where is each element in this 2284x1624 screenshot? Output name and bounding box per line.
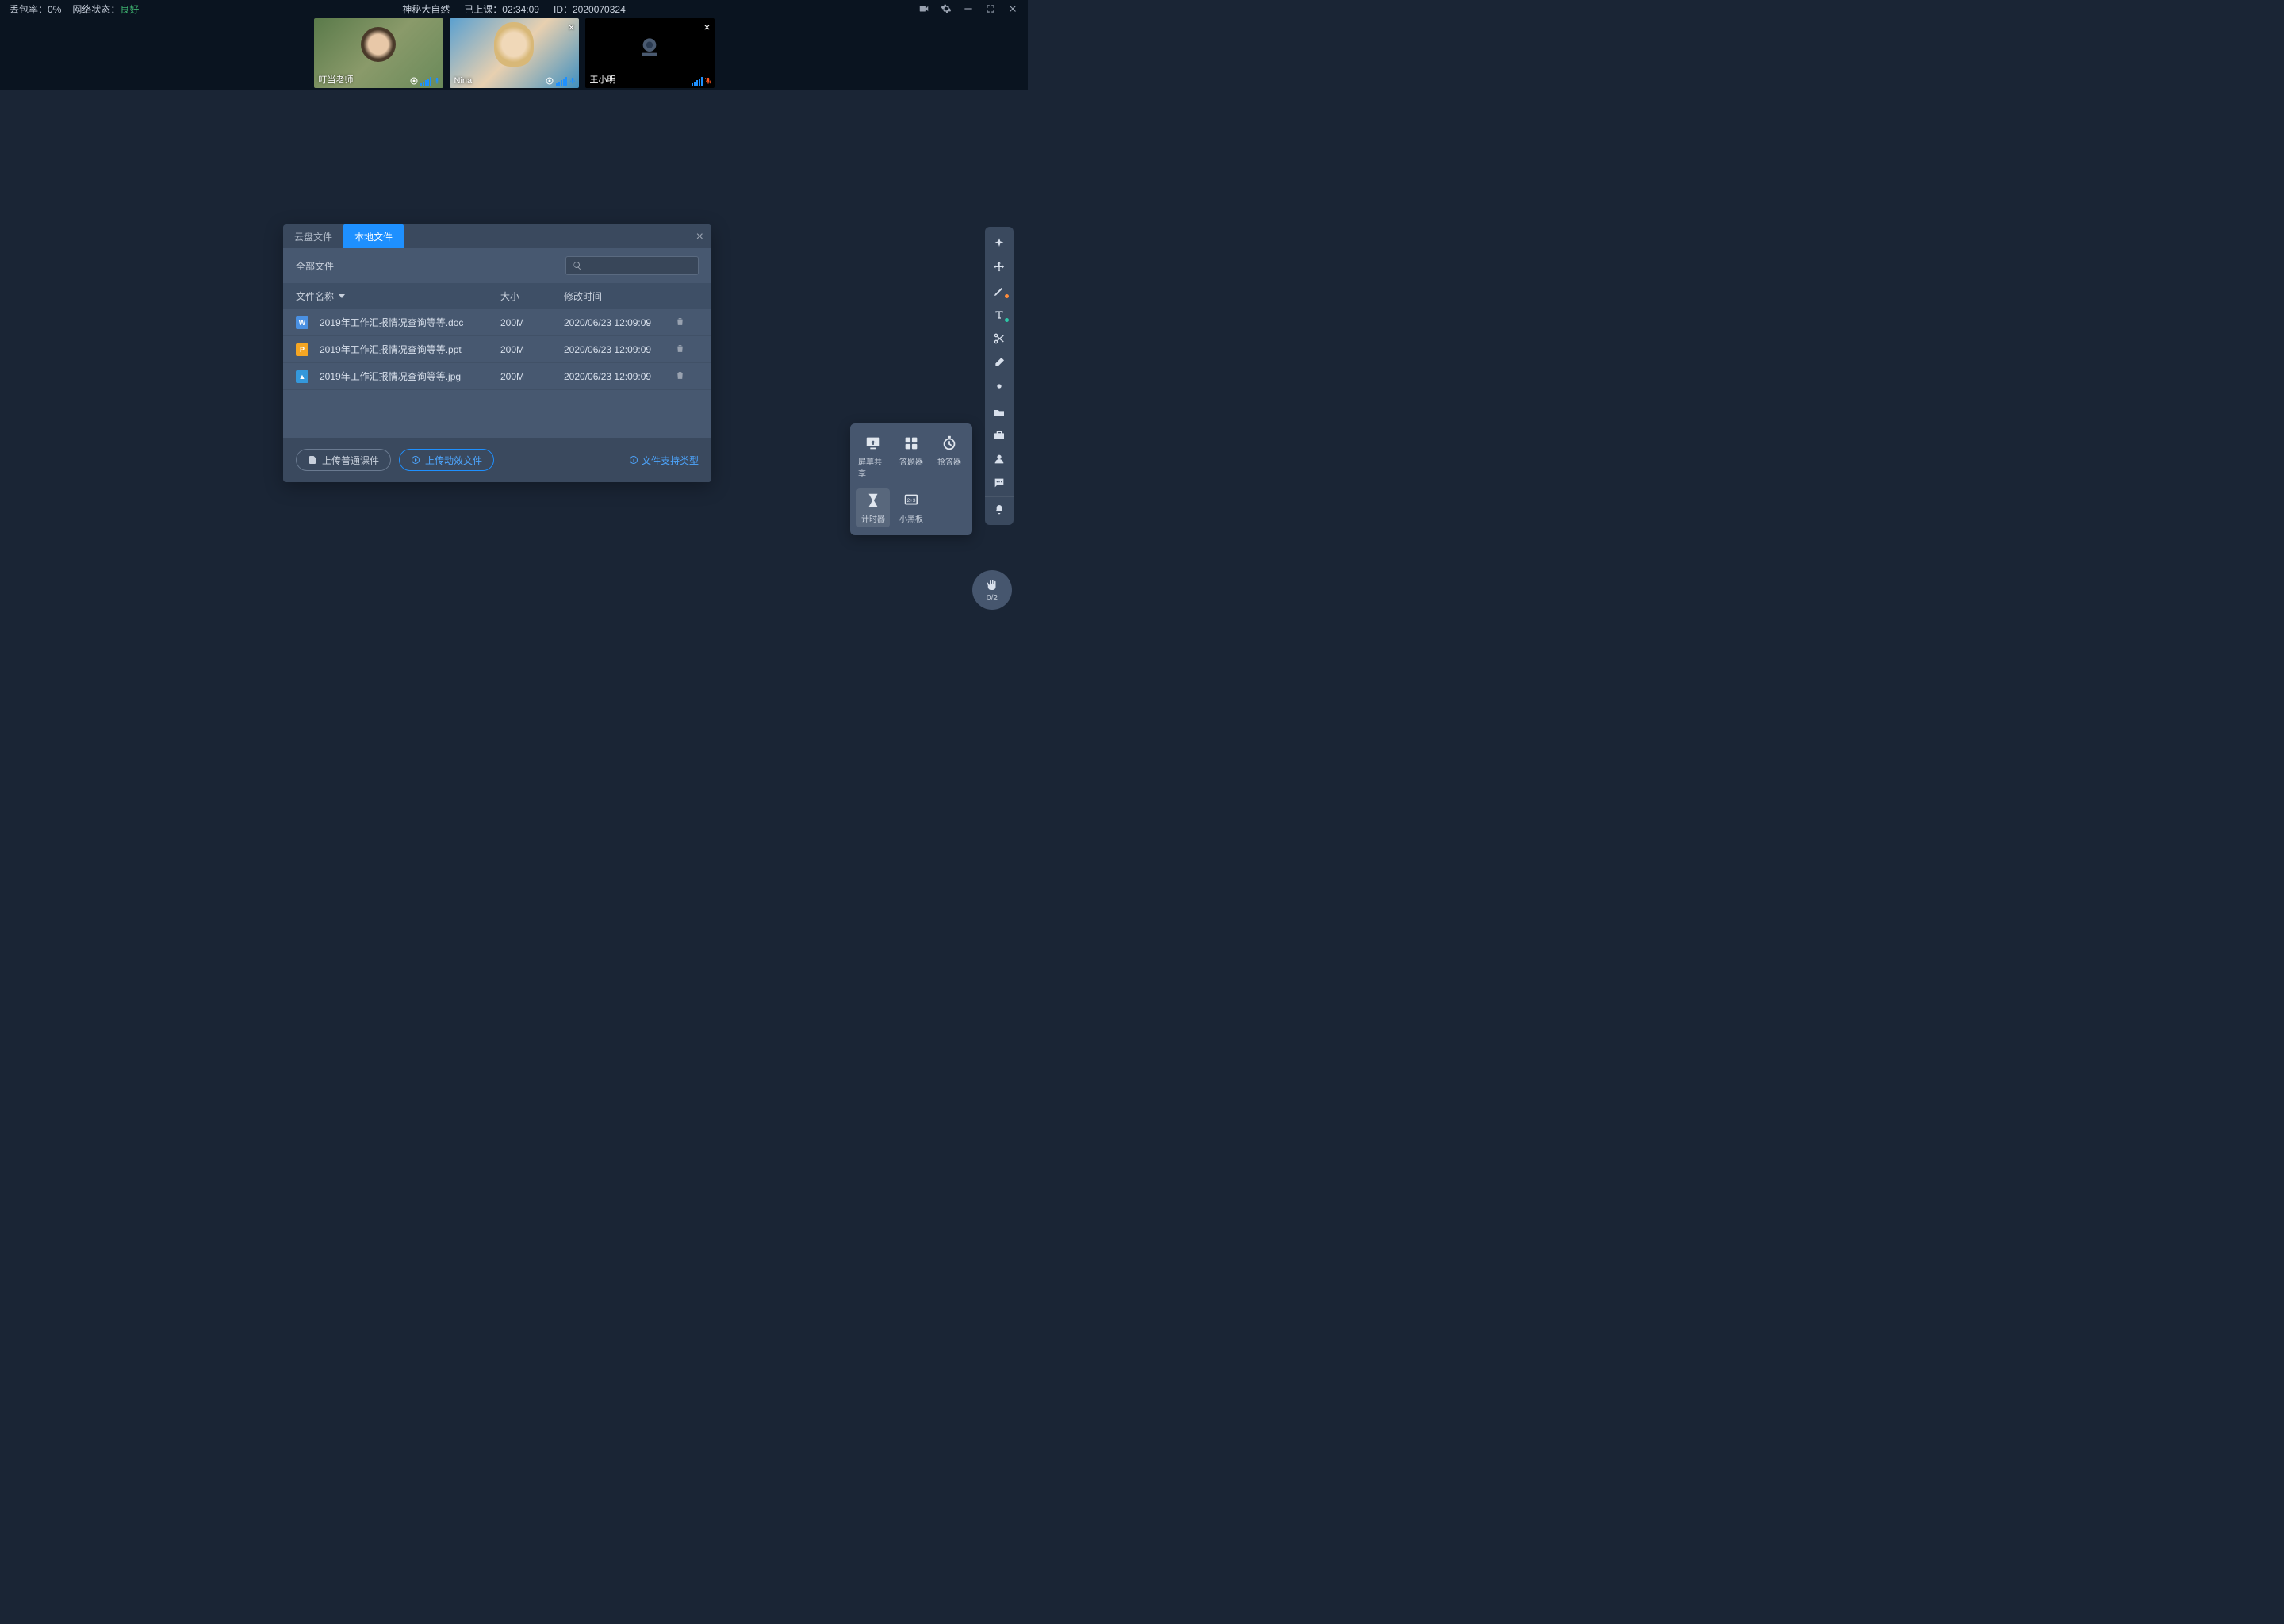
- right-toolbar: [985, 227, 1014, 525]
- modal-footer: 上传普通课件 上传动效文件 文件支持类型: [283, 438, 711, 482]
- file-size: 200M: [500, 371, 564, 382]
- chat-tool[interactable]: [985, 471, 1014, 495]
- file-modal: 云盘文件 本地文件 × 全部文件 文件名称 大小 修改时间 W 2019年工作汇报…: [283, 224, 711, 482]
- pointer-tool[interactable]: [985, 232, 1014, 255]
- toolbox-tool[interactable]: [985, 423, 1014, 447]
- file-row[interactable]: ▲ 2019年工作汇报情况查询等等.jpg 200M2020/06/23 12:09…: [283, 363, 711, 390]
- hand-icon: [985, 578, 999, 592]
- delete-icon[interactable]: [675, 316, 685, 327]
- tools-popover: 屏幕共享 答题器 抢答器 计时器 2+3 小黑板: [850, 423, 972, 535]
- eraser-tool[interactable]: [985, 350, 1014, 374]
- class-id: ID：2020070324: [554, 2, 626, 16]
- scissors-tool[interactable]: [985, 327, 1014, 350]
- topbar-center: 神秘大自然 已上课：02:34:09 ID：2020070324: [402, 2, 626, 16]
- delete-icon[interactable]: [675, 370, 685, 381]
- upload-normal-button[interactable]: 上传普通课件: [296, 449, 391, 471]
- grab-answer-button[interactable]: 抢答器: [933, 431, 966, 482]
- hand-raise-button[interactable]: 0/2: [972, 570, 1012, 610]
- file-time: 2020/06/23 12:09:09: [564, 317, 675, 328]
- pen-tool[interactable]: [985, 279, 1014, 303]
- header-modified[interactable]: 修改时间: [564, 289, 675, 303]
- tab-cloud-files[interactable]: 云盘文件: [283, 224, 343, 248]
- camera-toggle-icon[interactable]: [918, 3, 929, 14]
- participant-name: 叮当老师: [319, 73, 354, 86]
- close-icon[interactable]: ×: [696, 230, 703, 244]
- screen-share-button[interactable]: 屏幕共享: [856, 431, 890, 482]
- elapsed-time: 已上课：02:34:09: [464, 2, 539, 16]
- close-icon[interactable]: ×: [703, 21, 710, 33]
- move-tool[interactable]: [985, 255, 1014, 279]
- packet-loss: 丢包率：0%: [10, 2, 61, 16]
- class-title: 神秘大自然: [402, 2, 450, 16]
- topbar-left: 丢包率：0% 网络状态：良好: [10, 2, 139, 16]
- mini-whiteboard-button[interactable]: 2+3 小黑板: [895, 488, 928, 527]
- top-bar: 丢包率：0% 网络状态：良好 神秘大自然 已上课：02:34:09 ID：202…: [0, 0, 1028, 17]
- minimize-icon[interactable]: [963, 3, 974, 14]
- network-status: 网络状态：良好: [72, 2, 139, 16]
- svg-text:2+3: 2+3: [907, 498, 916, 504]
- filter-all-label[interactable]: 全部文件: [296, 259, 556, 273]
- upload-animated-button[interactable]: 上传动效文件: [399, 449, 494, 471]
- mic-icon: [569, 76, 577, 86]
- timer-button[interactable]: 计时器: [856, 488, 890, 527]
- search-input[interactable]: [565, 256, 699, 275]
- play-circle-icon: [411, 455, 420, 465]
- file-row[interactable]: P 2019年工作汇报情况查询等等.ppt 200M2020/06/23 12:09…: [283, 336, 711, 363]
- file-type-icon: W: [296, 316, 308, 329]
- modal-tabs: 云盘文件 本地文件 ×: [283, 224, 711, 248]
- tab-local-files[interactable]: 本地文件: [343, 224, 404, 248]
- file-name: 2019年工作汇报情况查询等等.doc: [320, 316, 463, 329]
- camera-off-icon: [634, 32, 665, 63]
- file-row[interactable]: W 2019年工作汇报情况查询等等.doc 200M2020/06/23 12:09…: [283, 309, 711, 336]
- header-size[interactable]: 大小: [500, 289, 564, 303]
- header-filename[interactable]: 文件名称: [296, 289, 500, 303]
- bell-tool[interactable]: [985, 496, 1014, 520]
- file-time: 2020/06/23 12:09:09: [564, 344, 675, 355]
- close-icon[interactable]: [1007, 3, 1018, 14]
- folder-tool[interactable]: [985, 400, 1014, 423]
- file-name: 2019年工作汇报情况查询等等.jpg: [320, 370, 461, 383]
- supported-types-link[interactable]: 文件支持类型: [629, 454, 699, 467]
- file-name: 2019年工作汇报情况查询等等.ppt: [320, 343, 462, 356]
- gear-icon[interactable]: [941, 3, 952, 14]
- text-tool[interactable]: [985, 303, 1014, 327]
- info-icon: [629, 455, 638, 465]
- file-size: 200M: [500, 317, 564, 328]
- signal-bars-icon: [556, 76, 567, 86]
- file-type-icon: ▲: [296, 370, 308, 383]
- camera-on-icon: [545, 76, 554, 86]
- file-size: 200M: [500, 344, 564, 355]
- hand-count: 0/2: [987, 594, 998, 603]
- mic-icon: [433, 76, 441, 86]
- sort-caret-icon: [339, 294, 345, 298]
- video-tile-student[interactable]: × Nina: [450, 18, 579, 88]
- delete-icon[interactable]: [675, 343, 685, 354]
- video-strip: 叮当老师 × Nina × 王小明: [0, 17, 1028, 90]
- participants-tool[interactable]: [985, 447, 1014, 471]
- file-time: 2020/06/23 12:09:09: [564, 371, 675, 382]
- mic-muted-icon: [704, 76, 712, 86]
- table-header: 文件名称 大小 修改时间: [283, 283, 711, 309]
- camera-on-icon: [409, 76, 419, 86]
- laser-tool[interactable]: [985, 374, 1014, 398]
- window-controls: [918, 3, 1018, 14]
- answer-tool-button[interactable]: 答题器: [895, 431, 928, 482]
- file-list: W2019年工作汇报情况查询等等.doc200M2020/06/23 12:09…: [283, 309, 711, 390]
- participant-name: 王小明: [590, 73, 616, 86]
- video-tile-student[interactable]: × 王小明: [585, 18, 715, 88]
- close-icon[interactable]: ×: [568, 21, 574, 33]
- search-icon: [573, 261, 582, 270]
- video-tile-teacher[interactable]: 叮当老师: [314, 18, 443, 88]
- signal-bars-icon: [692, 76, 703, 86]
- file-type-icon: P: [296, 343, 308, 356]
- participant-name: Nina: [454, 76, 473, 86]
- signal-bars-icon: [420, 76, 431, 86]
- fullscreen-icon[interactable]: [985, 3, 996, 14]
- document-icon: [308, 455, 317, 465]
